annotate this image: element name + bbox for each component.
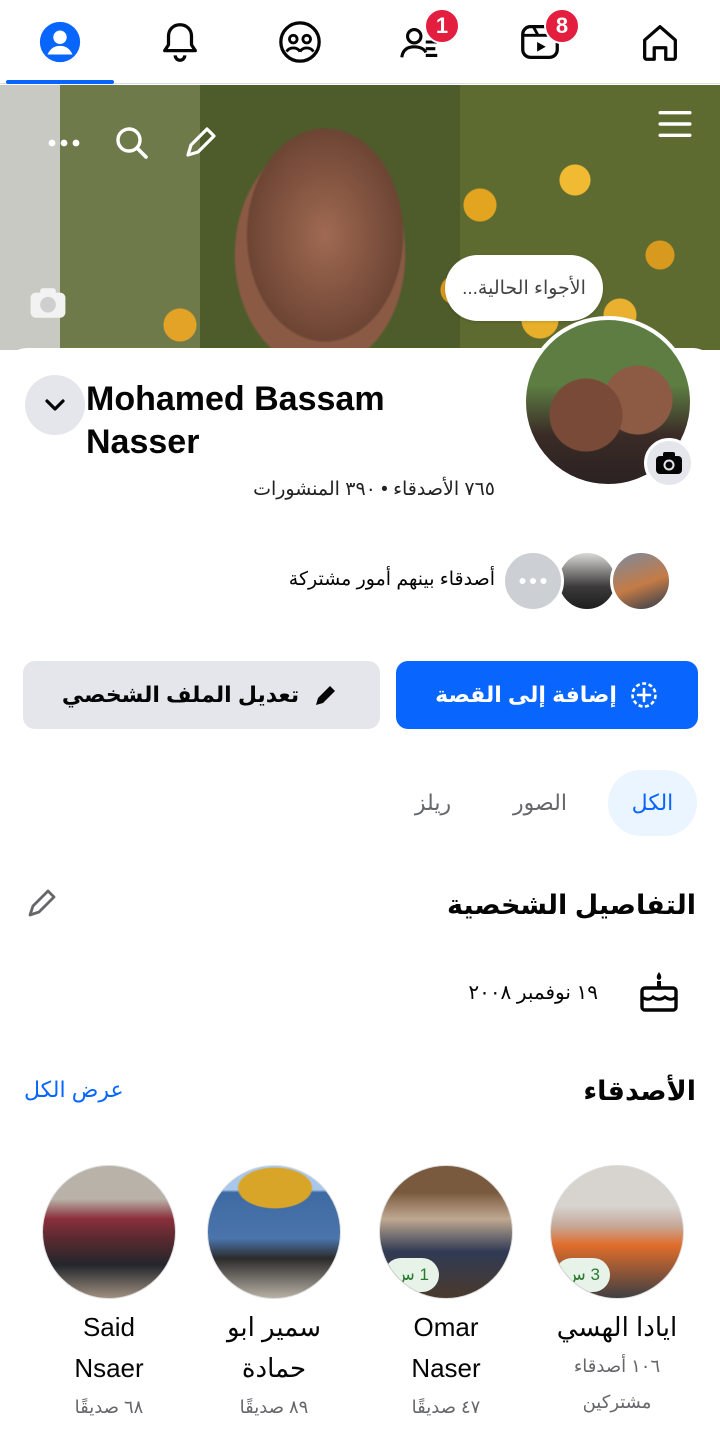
friend-mutual-count: ٦٨ صديقًا xyxy=(74,1397,144,1417)
bell-icon xyxy=(163,23,197,62)
tab-all[interactable]: الكل xyxy=(608,770,697,836)
friends-badge: 1 xyxy=(424,8,460,44)
personal-details-title: التفاصيل الشخصية xyxy=(446,890,696,920)
mutual-friends-row[interactable]: أصدقاء بينهم أمور مشتركة xyxy=(240,548,680,614)
avatar-camera-button[interactable] xyxy=(644,438,694,488)
more-dots-icon xyxy=(519,578,547,584)
friends-section-title: الأصدقاء xyxy=(583,1076,696,1106)
mutual-avatars xyxy=(502,550,672,612)
nav-notifications-button[interactable] xyxy=(120,0,240,84)
friend-card[interactable]: 1 س Omar Naser ٤٧ صديقًا xyxy=(376,1165,516,1425)
home-icon xyxy=(643,25,677,61)
nav-groups-button[interactable] xyxy=(240,0,360,84)
cover-photo-subject xyxy=(210,85,440,350)
pencil-icon xyxy=(28,889,56,917)
edit-button[interactable] xyxy=(180,123,220,163)
search-button[interactable] xyxy=(112,123,152,163)
friend-active-time: 1 س xyxy=(384,1258,439,1292)
friend-photo xyxy=(42,1165,176,1299)
add-to-story-label: إضافة إلى القصة xyxy=(435,682,617,707)
profile-switch-button[interactable] xyxy=(25,375,85,435)
nav-profile-button[interactable] xyxy=(0,0,120,84)
edit-profile-button[interactable]: تعديل الملف الشخصي xyxy=(23,661,380,729)
profile-name: Mohamed Bassam Nasser xyxy=(86,380,385,461)
search-icon xyxy=(116,127,148,159)
pencil-icon xyxy=(186,127,216,157)
cover-photo[interactable] xyxy=(0,85,720,350)
tab-reels[interactable]: ريلز xyxy=(388,770,478,836)
tab-photos[interactable]: الصور xyxy=(495,770,585,836)
pencil-icon xyxy=(316,686,336,705)
chevron-down-icon xyxy=(45,399,65,411)
birthday-cake-icon xyxy=(635,968,683,1016)
more-options-button[interactable] xyxy=(44,123,84,163)
add-circle-icon xyxy=(631,682,657,708)
friend-card[interactable]: 3 س ايادا الهسي ١٠٦ أصدقاء مشتركين xyxy=(547,1165,687,1420)
friend-photo: 1 س xyxy=(379,1165,513,1299)
mood-bubble[interactable]: الأجواء الحالية... xyxy=(445,255,603,321)
hamburger-menu-icon xyxy=(658,110,692,138)
menu-button[interactable] xyxy=(652,101,698,147)
friend-name: Said Nsaer xyxy=(74,1312,144,1383)
friend-card[interactable]: سمير ابو حمادة ٨٩ صديقًا xyxy=(204,1165,344,1425)
profile-stats[interactable]: ٧٦٥ الأصدقاء • ٣٩٠ المنشورات xyxy=(150,478,495,501)
friend-card[interactable]: Said Nsaer ٦٨ صديقًا xyxy=(39,1165,179,1425)
more-dots-icon xyxy=(48,139,80,147)
friend-mutual-count: ٤٧ صديقًا xyxy=(411,1397,481,1417)
camera-icon xyxy=(656,452,682,474)
camera-icon xyxy=(30,288,66,318)
avatar xyxy=(502,550,564,612)
birthday-value: ١٩ نوفمبر ٢٠٠٨ xyxy=(468,982,598,1004)
avatar xyxy=(556,550,618,612)
friend-name: ايادا الهسي xyxy=(556,1312,678,1342)
friend-mutual-count: ١٠٦ أصدقاء مشتركين xyxy=(573,1356,661,1412)
cover-camera-button[interactable] xyxy=(25,283,71,323)
nav-active-indicator xyxy=(6,80,114,84)
friend-active-time: 3 س xyxy=(555,1258,610,1292)
nav-video-button[interactable]: 8 xyxy=(480,0,600,84)
nav-home-button[interactable] xyxy=(600,0,720,84)
friend-photo xyxy=(207,1165,341,1299)
groups-icon xyxy=(279,21,321,63)
edit-details-button[interactable] xyxy=(24,885,60,921)
friend-photo: 3 س xyxy=(550,1165,684,1299)
profile-icon xyxy=(39,21,81,63)
add-to-story-button[interactable]: إضافة إلى القصة xyxy=(396,661,698,729)
avatar xyxy=(610,550,672,612)
edit-profile-label: تعديل الملف الشخصي xyxy=(61,682,300,707)
see-all-friends-link[interactable]: عرض الكل xyxy=(24,1077,124,1103)
friend-name: سمير ابو حمادة xyxy=(226,1312,322,1383)
video-badge: 8 xyxy=(544,8,580,44)
mutual-friends-label: أصدقاء بينهم أمور مشتركة xyxy=(288,569,495,590)
nav-friends-button[interactable]: 1 xyxy=(360,0,480,84)
friend-mutual-count: ٨٩ صديقًا xyxy=(239,1397,309,1417)
top-navigation: 1 8 xyxy=(0,0,720,84)
friend-name: Omar Naser xyxy=(411,1312,481,1383)
